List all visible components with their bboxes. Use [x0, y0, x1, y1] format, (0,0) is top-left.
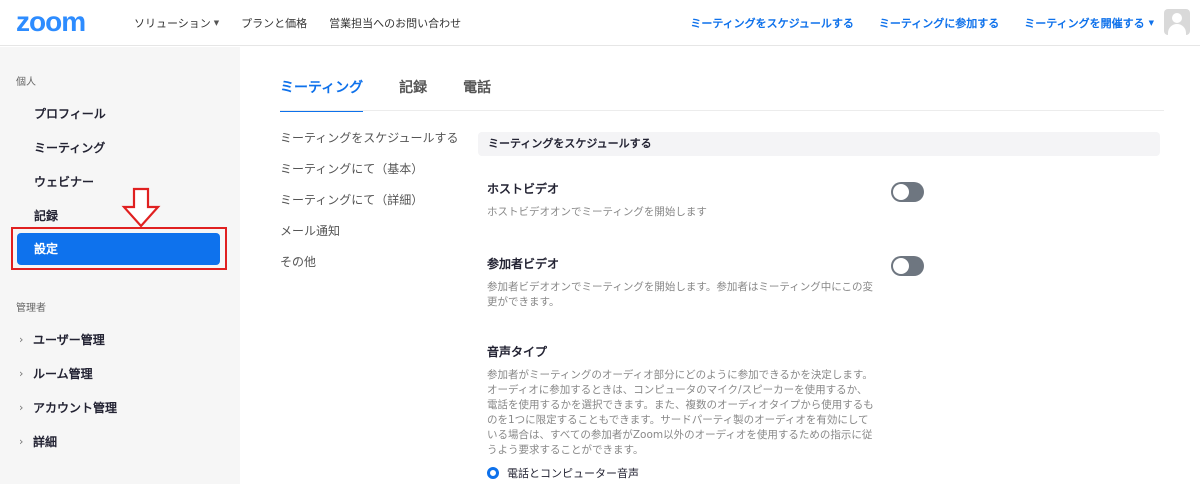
user-avatar-icon[interactable] [1164, 9, 1190, 35]
sidebar-item-user-management[interactable]: › ユーザー管理 [19, 331, 105, 348]
sidebar-item-label: ユーザー管理 [33, 333, 105, 347]
sidebar-item-label: アカウント管理 [33, 401, 118, 415]
tab-phone[interactable]: 電話 [463, 70, 491, 112]
settings-sidebar: 個人 プロフィール ミーティング ウェビナー 記録 設定 管理者 › ユーザー管… [0, 47, 240, 484]
host-meeting-dropdown[interactable]: ミーティングを開催する ▼ [1024, 15, 1154, 31]
nav-plans-pricing[interactable]: プランと価格 [241, 15, 307, 31]
participant-video-toggle[interactable] [891, 256, 924, 276]
setting-participant-video: 参加者ビデオ 参加者ビデオオンでミーティングを開始します。参加者はミーティング中… [487, 255, 877, 310]
radio-selected-icon[interactable] [487, 467, 499, 479]
audio-option-label: 電話とコンピューター音声 [507, 467, 639, 480]
sidebar-section-admin: 管理者 [16, 303, 46, 314]
sidebar-item-advanced[interactable]: › 詳細 [19, 433, 57, 450]
top-navigation-bar: zoom ソリューション ▼ プランと価格 営業担当へのお問い合わせ ミーティン… [0, 0, 1200, 46]
tab-meeting[interactable]: ミーティング [280, 70, 364, 112]
host-meeting-label: ミーティングを開催する [1024, 17, 1145, 30]
audio-option-telephone-and-computer[interactable]: 電話とコンピューター音声 [487, 465, 639, 481]
primary-nav: ソリューション ▼ プランと価格 営業担当へのお問い合わせ [134, 0, 461, 46]
zoom-logo[interactable]: zoom [16, 8, 86, 36]
chevron-right-icon: › [19, 367, 24, 380]
section-header-schedule-meeting: ミーティングをスケジュールする [478, 132, 1160, 156]
sidebar-item-webinars[interactable]: ウェビナー [34, 173, 94, 190]
setting-description: 参加者がミーティングのオーディオ部分にどのように参加できるかを決定します。オーデ… [487, 369, 874, 456]
sidebar-item-room-management[interactable]: › ルーム管理 [19, 365, 93, 382]
host-video-toggle[interactable] [891, 182, 924, 202]
nav-solutions[interactable]: ソリューション ▼ [134, 15, 219, 31]
setting-description: 参加者ビデオオンでミーティングを開始します。参加者はミーティング中にこの変更がで… [487, 281, 873, 308]
nav-contact-sales-label: 営業担当へのお問い合わせ [329, 17, 462, 30]
schedule-meeting-label: ミーティングをスケジュールする [690, 17, 854, 30]
settings-tabs: ミーティング 記録 電話 [280, 70, 491, 112]
meeting-actions-nav: ミーティングをスケジュールする ミーティングに参加する ミーティングを開催する … [690, 0, 1154, 46]
sidebar-item-meetings[interactable]: ミーティング [34, 139, 105, 156]
setting-title: 参加者ビデオ [487, 257, 560, 271]
avatar-head-shape [1172, 13, 1182, 23]
setting-audio-type: 音声タイプ 参加者がミーティングのオーディオ部分にどのように参加できるかを決定し… [487, 343, 877, 458]
sidebar-item-label: ルーム管理 [33, 367, 93, 381]
nav-contact-sales[interactable]: 営業担当へのお問い合わせ [329, 15, 461, 31]
tab-recording[interactable]: 記録 [399, 70, 427, 112]
chevron-right-icon: › [19, 401, 24, 414]
toggle-knob [893, 184, 909, 200]
chevron-right-icon: › [19, 333, 24, 346]
toggle-knob [893, 258, 909, 274]
join-meeting-link[interactable]: ミーティングに参加する [879, 15, 999, 31]
settings-subnav: ミーティングをスケジュールする ミーティングにて（基本） ミーティングにて（詳細… [280, 130, 458, 285]
sidebar-section-personal: 個人 [16, 77, 36, 88]
nav-solutions-label: ソリューション [134, 17, 211, 30]
avatar-body-shape [1168, 24, 1186, 35]
subnav-other[interactable]: その他 [280, 254, 458, 285]
tabs-divider [280, 110, 1164, 111]
setting-host-video: ホストビデオ ホストビデオオンでミーティングを開始します [487, 180, 877, 220]
chevron-down-icon: ▼ [1148, 19, 1154, 27]
nav-plans-pricing-label: プランと価格 [241, 17, 308, 30]
setting-title: ホストビデオ [487, 182, 560, 196]
sidebar-item-account-management[interactable]: › アカウント管理 [19, 399, 117, 416]
subnav-in-meeting-basic[interactable]: ミーティングにて（基本） [280, 161, 458, 192]
sidebar-item-settings[interactable]: 設定 [17, 233, 220, 265]
subnav-email-notification[interactable]: メール通知 [280, 223, 458, 254]
chevron-down-icon: ▼ [213, 19, 220, 27]
subnav-in-meeting-advanced[interactable]: ミーティングにて（詳細） [280, 192, 458, 223]
subnav-schedule-meeting[interactable]: ミーティングをスケジュールする [280, 130, 458, 161]
setting-description: ホストビデオオンでミーティングを開始します [487, 206, 707, 218]
setting-title: 音声タイプ [487, 345, 548, 359]
sidebar-item-recordings[interactable]: 記録 [34, 207, 58, 224]
schedule-meeting-link[interactable]: ミーティングをスケジュールする [690, 15, 854, 31]
chevron-right-icon: › [19, 435, 24, 448]
sidebar-item-profile[interactable]: プロフィール [34, 105, 106, 122]
sidebar-item-label: 詳細 [33, 435, 58, 449]
red-down-arrow-annotation [121, 187, 161, 228]
join-meeting-label: ミーティングに参加する [878, 17, 1000, 30]
